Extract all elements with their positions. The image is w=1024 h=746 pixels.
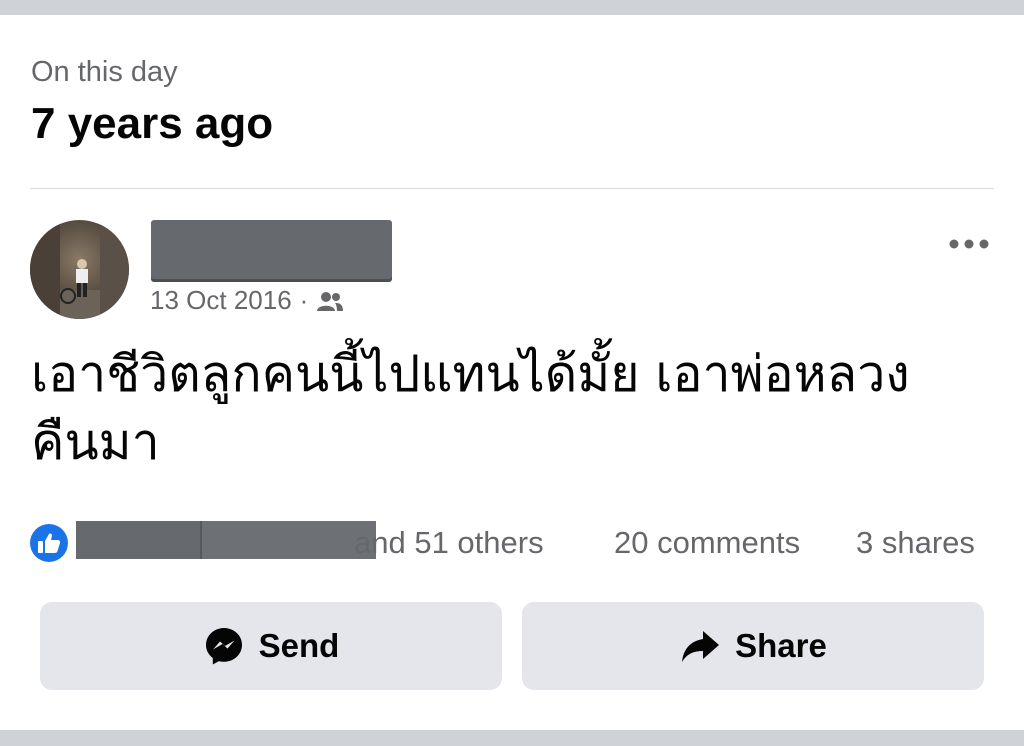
post-text-line: เอาชีวิตลูกคนนี้ไปแทนได้มั้ย เอาพ่อหลวง bbox=[31, 345, 910, 403]
reactor-name-redacted[interactable] bbox=[202, 521, 376, 559]
messenger-icon bbox=[203, 625, 245, 667]
post-text-line: คืนมา bbox=[31, 413, 160, 471]
comments-count[interactable]: 20 comments bbox=[614, 523, 800, 563]
more-dots-icon bbox=[949, 239, 989, 249]
divider bbox=[30, 188, 994, 189]
memory-label: On this day bbox=[31, 56, 178, 88]
send-label: Send bbox=[258, 627, 340, 664]
send-button[interactable]: Send bbox=[40, 602, 502, 690]
memory-title: 7 years ago bbox=[31, 99, 274, 148]
post-text: เอาชีวิตลูกคนนี้ไปแทนได้มั้ย เอาพ่อหลวง … bbox=[31, 340, 991, 476]
post-date[interactable]: 13 Oct 2016 bbox=[150, 285, 292, 316]
meta-separator: · bbox=[299, 284, 309, 315]
friends-icon bbox=[316, 289, 344, 311]
share-button[interactable]: Share bbox=[522, 602, 984, 690]
bottom-separator-band bbox=[0, 730, 1024, 746]
reactor-name-redacted[interactable] bbox=[76, 521, 216, 559]
author-name-redacted[interactable] bbox=[151, 220, 392, 282]
like-reaction-icon[interactable] bbox=[30, 524, 68, 562]
reactions-bar: and 51 others 20 comments 3 shares bbox=[30, 520, 992, 564]
avatar[interactable] bbox=[30, 220, 129, 319]
share-arrow-icon bbox=[679, 625, 721, 667]
shares-count[interactable]: 3 shares bbox=[856, 523, 975, 563]
avatar-photo bbox=[30, 220, 129, 319]
reactions-others[interactable]: and 51 others bbox=[354, 523, 544, 563]
top-separator-band bbox=[0, 0, 1024, 15]
share-label: Share bbox=[735, 627, 827, 664]
post-meta: 13 Oct 2016 · bbox=[150, 283, 344, 317]
more-options-button[interactable] bbox=[946, 230, 992, 258]
